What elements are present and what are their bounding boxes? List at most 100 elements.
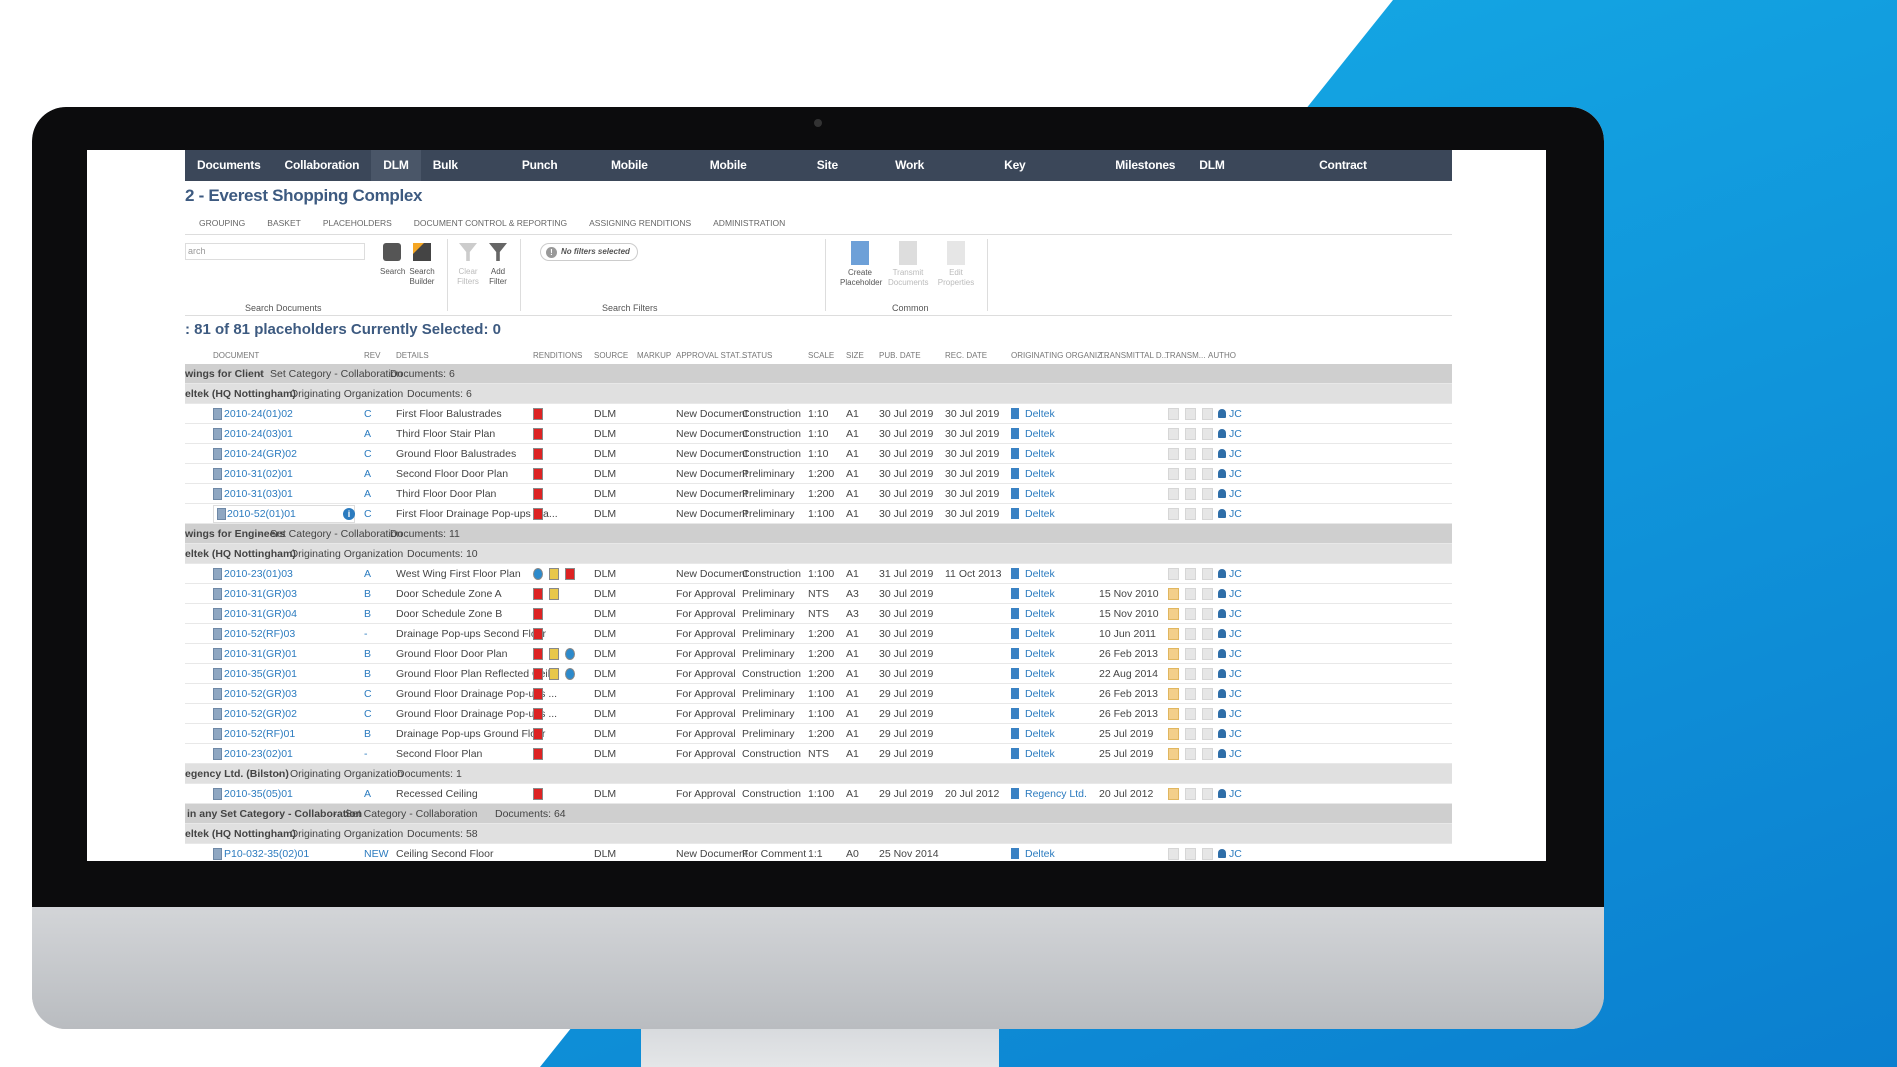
author[interactable]: JC xyxy=(1229,408,1242,420)
originating-org-link[interactable]: Regency Ltd. xyxy=(1025,788,1087,800)
transmittal-icon[interactable] xyxy=(1168,608,1179,620)
document-link[interactable]: 2010-31(GR)01 xyxy=(224,648,297,660)
originating-org-link[interactable]: Deltek xyxy=(1025,668,1055,680)
group-row[interactable]: wings for Client - Set Category - Collabor… xyxy=(185,364,1452,384)
sub-tab[interactable]: BASKET xyxy=(267,218,301,228)
sub-tab[interactable]: ADMINISTRATION xyxy=(713,218,785,228)
search-button[interactable]: Search xyxy=(380,243,405,277)
column-header[interactable]: REV xyxy=(364,351,380,360)
markup-icon[interactable] xyxy=(1185,488,1196,500)
pdf-rendition-icon[interactable] xyxy=(533,588,543,600)
document-link[interactable]: 2010-52(01)01 xyxy=(227,508,296,520)
document-link[interactable]: 2010-24(03)01 xyxy=(224,428,293,440)
transmittal-icon[interactable] xyxy=(1168,668,1179,680)
column-header[interactable]: STATUS xyxy=(742,351,772,360)
transmittal-icon[interactable] xyxy=(1168,788,1179,800)
pdf-rendition-icon[interactable] xyxy=(533,688,543,700)
table-row[interactable]: 2010-52(GR)02 C Ground Floor Drainage Pop-… xyxy=(185,704,1452,724)
sub-tab[interactable]: GROUPING xyxy=(199,218,245,228)
table-row[interactable]: 2010-52(RF)01 B Drainage Pop-ups Ground Fl… xyxy=(185,724,1452,744)
document-link[interactable]: 2010-31(02)01 xyxy=(224,468,293,480)
column-header[interactable]: DOCUMENT xyxy=(213,351,259,360)
document-link[interactable]: 2010-24(GR)02 xyxy=(224,448,297,460)
column-header[interactable]: AUTHO xyxy=(1208,351,1236,360)
pdf-rendition-icon[interactable] xyxy=(533,608,543,620)
author[interactable]: JC xyxy=(1229,628,1242,640)
markup-icon[interactable] xyxy=(1185,788,1196,800)
originating-org-link[interactable]: Deltek xyxy=(1025,748,1055,760)
table-row[interactable]: 2010-24(GR)02 C Ground Floor Balustrades DL… xyxy=(185,444,1452,464)
originating-org-link[interactable]: Deltek xyxy=(1025,728,1055,740)
nav-tab-site-visits[interactable]: Site Visits xyxy=(805,150,883,203)
edit-icon[interactable] xyxy=(1202,468,1213,480)
table-row[interactable]: 2010-31(03)01 A Third Floor Door Plan DLM Ne… xyxy=(185,484,1452,504)
edit-icon[interactable] xyxy=(1202,408,1213,420)
column-header[interactable]: REC. DATE xyxy=(945,351,987,360)
markup-icon[interactable] xyxy=(1185,508,1196,520)
column-header[interactable]: SOURCE xyxy=(594,351,628,360)
document-link[interactable]: 2010-35(05)01 xyxy=(224,788,293,800)
markup-icon[interactable] xyxy=(1185,608,1196,620)
author[interactable]: JC xyxy=(1229,728,1242,740)
create-placeholder-button[interactable]: Create Placeholder xyxy=(840,241,882,288)
edit-icon[interactable] xyxy=(1202,728,1213,740)
column-header[interactable]: TRANSM... xyxy=(1165,351,1205,360)
web-rendition-icon[interactable] xyxy=(533,568,543,580)
search-builder-button[interactable]: Search Builder xyxy=(407,243,437,287)
table-row[interactable]: 2010-35(05)01 A Recessed Ceiling DLM For App… xyxy=(185,784,1452,804)
transmittal-icon[interactable] xyxy=(1168,488,1179,500)
edit-icon[interactable] xyxy=(1202,668,1213,680)
column-header[interactable]: TRANSMITTAL D... xyxy=(1099,351,1168,360)
table-row[interactable]: P10-032-35(02)01 NEW Ceiling Second Floor D… xyxy=(185,844,1452,861)
originating-org-link[interactable]: Deltek xyxy=(1025,628,1055,640)
transmittal-icon[interactable] xyxy=(1168,648,1179,660)
transmittal-icon[interactable] xyxy=(1168,448,1179,460)
author[interactable]: JC xyxy=(1229,608,1242,620)
pdf-rendition-icon[interactable] xyxy=(533,628,543,640)
nav-tab-mobile-reports[interactable]: Mobile Reports xyxy=(698,150,805,203)
group-row[interactable]: eltek (HQ Nottingham) - Originating Organi… xyxy=(185,384,1452,404)
nav-tab-dlm-transmittals[interactable]: DLM Transmittals xyxy=(1187,150,1307,203)
table-row[interactable]: 2010-31(GR)03 B Door Schedule Zone A DLM For… xyxy=(185,584,1452,604)
author[interactable]: JC xyxy=(1229,848,1242,860)
markup-icon[interactable] xyxy=(1185,728,1196,740)
transmittal-icon[interactable] xyxy=(1168,748,1179,760)
img-rendition-icon[interactable] xyxy=(549,568,559,580)
transmittal-icon[interactable] xyxy=(1168,568,1179,580)
pdf-rendition-icon[interactable] xyxy=(533,468,543,480)
edit-icon[interactable] xyxy=(1202,428,1213,440)
img-rendition-icon[interactable] xyxy=(549,588,559,600)
originating-org-link[interactable]: Deltek xyxy=(1025,508,1055,520)
transmittal-icon[interactable] xyxy=(1168,688,1179,700)
markup-icon[interactable] xyxy=(1185,428,1196,440)
nav-tab-bulk-revise[interactable]: Bulk Revise xyxy=(421,150,510,203)
document-link[interactable]: 2010-24(01)02 xyxy=(224,408,293,420)
author[interactable]: JC xyxy=(1229,748,1242,760)
document-link[interactable]: 2010-35(GR)01 xyxy=(224,668,297,680)
nav-tab-mobile-forms[interactable]: Mobile Forms xyxy=(599,150,698,203)
originating-org-link[interactable]: Deltek xyxy=(1025,408,1055,420)
column-header[interactable]: SCALE xyxy=(808,351,834,360)
markup-icon[interactable] xyxy=(1185,688,1196,700)
originating-org-link[interactable]: Deltek xyxy=(1025,448,1055,460)
edit-icon[interactable] xyxy=(1202,568,1213,580)
edit-icon[interactable] xyxy=(1202,628,1213,640)
pdf-rendition-icon[interactable] xyxy=(533,728,543,740)
markup-icon[interactable] xyxy=(1185,448,1196,460)
document-link[interactable]: 2010-52(RF)01 xyxy=(224,728,295,740)
document-link[interactable]: 2010-31(GR)04 xyxy=(224,608,297,620)
pdf-rendition-icon[interactable] xyxy=(533,448,543,460)
author[interactable]: JC xyxy=(1229,588,1242,600)
clear-filters-button[interactable]: Clear Filters xyxy=(455,243,481,287)
column-header[interactable]: PUB. DATE xyxy=(879,351,921,360)
table-row[interactable]: 2010-31(GR)04 B Door Schedule Zone B DLM For… xyxy=(185,604,1452,624)
markup-icon[interactable] xyxy=(1185,648,1196,660)
document-link[interactable]: 2010-52(GR)02 xyxy=(224,708,297,720)
document-link[interactable]: P10-032-35(02)01 xyxy=(224,848,309,860)
pdf-rendition-icon[interactable] xyxy=(533,708,543,720)
author[interactable]: JC xyxy=(1229,488,1242,500)
sub-tab[interactable]: DOCUMENT CONTROL & REPORTING xyxy=(414,218,567,228)
nav-tab-key-documents[interactable]: Key Documents xyxy=(992,150,1103,203)
group-row[interactable]: in any Set Category - Collaboration - Set … xyxy=(185,804,1452,824)
group-row[interactable]: eltek (HQ Nottingham) - Originating Organi… xyxy=(185,544,1452,564)
